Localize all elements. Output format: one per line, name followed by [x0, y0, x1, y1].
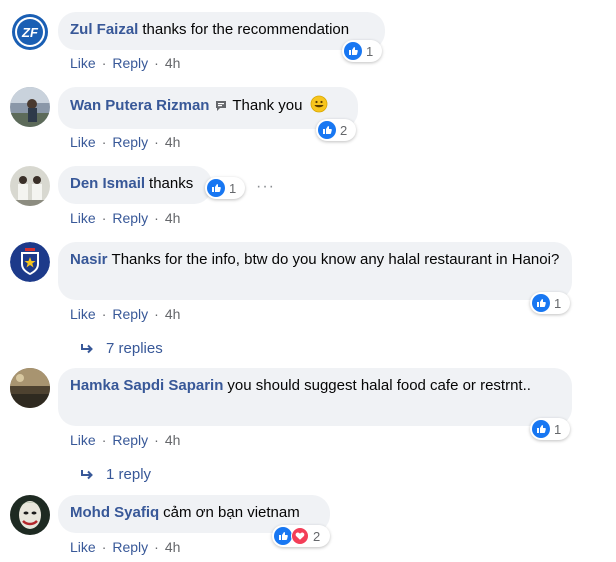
replies-label: 7 replies: [106, 340, 163, 357]
reply-link[interactable]: Reply: [112, 539, 148, 555]
avatar[interactable]: [10, 368, 50, 408]
svg-text:ZF: ZF: [21, 25, 39, 40]
comment-actions: Like · Reply · 4h: [70, 539, 180, 555]
reaction-number: 1: [229, 180, 237, 196]
timestamp[interactable]: 4h: [165, 432, 181, 448]
reaction-number: 2: [313, 528, 321, 544]
separator: ·: [101, 539, 107, 555]
avatar[interactable]: [10, 495, 50, 535]
reaction-count[interactable]: 1: [530, 418, 570, 440]
timestamp[interactable]: 4h: [165, 134, 181, 150]
separator: ·: [101, 306, 107, 322]
avatar[interactable]: [10, 87, 50, 127]
comment-text: Thank you: [232, 97, 303, 114]
reaction-number: 1: [554, 421, 562, 437]
timestamp[interactable]: 4h: [165, 210, 181, 226]
reaction-count[interactable]: 2: [272, 525, 330, 547]
like-reaction-icon: [532, 420, 550, 438]
comment-author[interactable]: Den Ismail: [70, 175, 145, 192]
more-options-icon[interactable]: ···: [256, 178, 275, 196]
timestamp[interactable]: 4h: [165, 55, 181, 71]
like-link[interactable]: Like: [70, 134, 96, 150]
comment-author[interactable]: Wan Putera Rizman: [70, 97, 209, 114]
comment-actions: Like · Reply · 4h: [70, 306, 180, 322]
comment-author[interactable]: Zul Faizal: [70, 21, 138, 38]
reply-link[interactable]: Reply: [112, 432, 148, 448]
reply-link[interactable]: Reply: [112, 55, 148, 71]
grinning-face-icon: [310, 95, 328, 119]
reaction-number: 1: [554, 295, 562, 311]
separator: ·: [101, 210, 107, 226]
comment-bubble: Den Ismail thanks: [58, 166, 212, 204]
comment-text: thanks: [149, 175, 194, 192]
separator: ·: [154, 306, 159, 322]
reply-arrow-icon: [80, 469, 94, 481]
speech-bubble-icon: [214, 99, 228, 119]
comment-text: cảm ơn bạn vietnam: [163, 504, 300, 521]
like-reaction-icon: [318, 121, 336, 139]
comment-text: Thanks for the info, btw do you know any…: [111, 251, 560, 268]
comment-text: thanks for the recommendation: [142, 21, 350, 38]
avatar[interactable]: [10, 166, 50, 206]
avatar[interactable]: [10, 242, 50, 282]
reply-link[interactable]: Reply: [112, 306, 148, 322]
separator: ·: [154, 55, 159, 71]
like-reaction-icon: [344, 42, 362, 60]
like-link[interactable]: Like: [70, 539, 96, 555]
separator: ·: [154, 134, 159, 150]
comment-text: you should suggest halal food cafe or re…: [227, 377, 531, 394]
reply-link[interactable]: Reply: [112, 210, 148, 226]
reaction-number: 1: [366, 43, 374, 59]
reply-arrow-icon: [80, 343, 94, 355]
reaction-count[interactable]: 1: [205, 177, 245, 199]
separator: ·: [101, 55, 107, 71]
timestamp[interactable]: 4h: [165, 306, 181, 322]
like-link[interactable]: Like: [70, 306, 96, 322]
comment-author[interactable]: Hamka Sapdi Saparin: [70, 377, 223, 394]
avatar[interactable]: ZF: [10, 12, 50, 52]
reaction-count[interactable]: 1: [530, 292, 570, 314]
view-replies-link[interactable]: 1 reply: [80, 466, 151, 483]
separator: ·: [154, 432, 159, 448]
reaction-count[interactable]: 2: [316, 119, 356, 141]
like-link[interactable]: Like: [70, 210, 96, 226]
separator: ·: [154, 210, 159, 226]
like-reaction-icon: [207, 179, 225, 197]
separator: ·: [101, 432, 107, 448]
like-link[interactable]: Like: [70, 55, 96, 71]
reaction-number: 2: [340, 122, 348, 138]
comment-actions: Like · Reply · 4h: [70, 55, 180, 71]
like-reaction-icon: [274, 527, 292, 545]
comment-bubble: Wan Putera Rizman Thank you: [58, 87, 358, 129]
comment-bubble: Zul Faizal thanks for the recommendation: [58, 12, 385, 50]
comment-bubble: Nasir Thanks for the info, btw do you kno…: [58, 242, 572, 300]
reaction-count[interactable]: 1: [342, 40, 382, 62]
love-reaction-icon: [291, 527, 309, 545]
like-link[interactable]: Like: [70, 432, 96, 448]
comment-actions: Like · Reply · 4h: [70, 210, 180, 226]
replies-label: 1 reply: [106, 466, 152, 483]
reply-link[interactable]: Reply: [112, 134, 148, 150]
timestamp[interactable]: 4h: [165, 539, 181, 555]
view-replies-link[interactable]: 7 replies: [80, 340, 163, 357]
comment-author[interactable]: Mohd Syafiq: [70, 504, 159, 521]
comment-author[interactable]: Nasir: [70, 251, 108, 268]
separator: ·: [154, 539, 159, 555]
comment-actions: Like · Reply · 4h: [70, 134, 180, 150]
comment-actions: Like · Reply · 4h: [70, 432, 180, 448]
separator: ·: [101, 134, 107, 150]
like-reaction-icon: [532, 294, 550, 312]
comment-bubble: Hamka Sapdi Saparin you should suggest ha…: [58, 368, 572, 426]
